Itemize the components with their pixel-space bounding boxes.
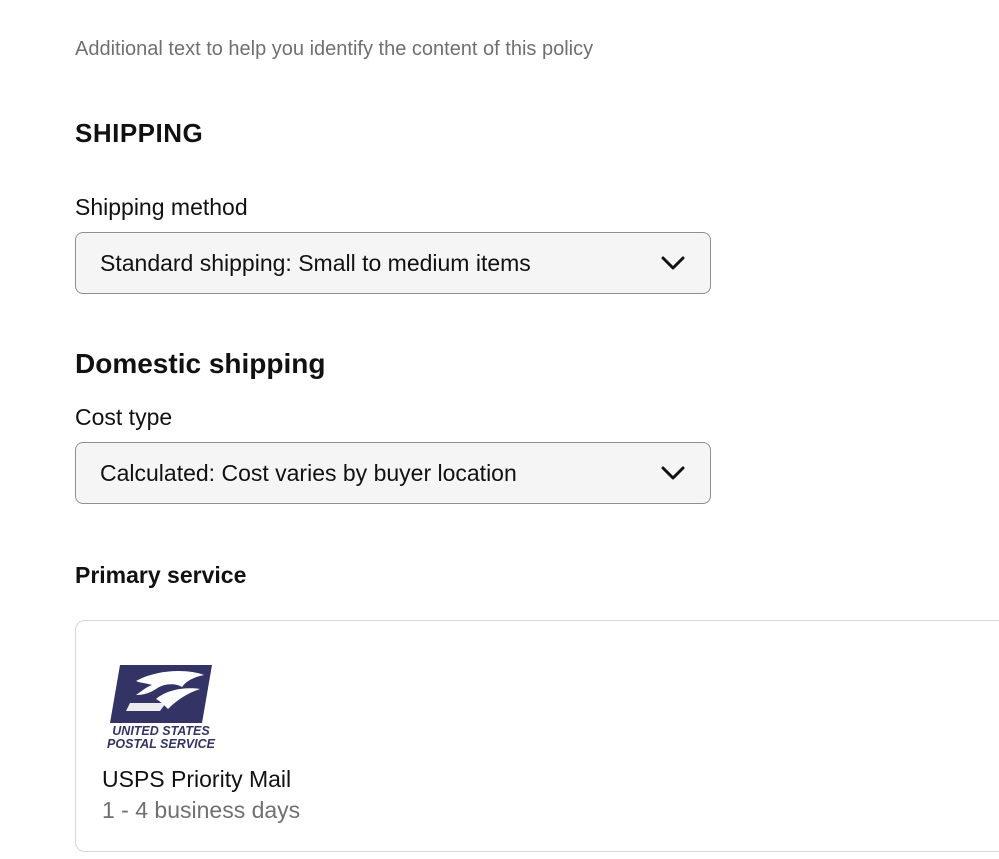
cost-type-label: Cost type xyxy=(75,404,173,430)
chevron-down-icon xyxy=(661,256,685,270)
service-delivery-time: 1 - 4 business days xyxy=(102,797,301,823)
usps-logo-icon: UNITED STATES POSTAL SERVICE xyxy=(107,665,216,751)
shipping-policy-page: Additional text to help you identify the… xyxy=(0,0,999,859)
primary-service-card[interactable]: UNITED STATES POSTAL SERVICE USPS Priori… xyxy=(75,620,999,852)
service-name: USPS Priority Mail xyxy=(102,766,292,792)
cost-type-select[interactable]: Calculated: Cost varies by buyer locatio… xyxy=(75,442,711,504)
shipping-method-label: Shipping method xyxy=(75,194,248,220)
primary-service-heading: Primary service xyxy=(75,562,247,588)
svg-text:POSTAL SERVICE: POSTAL SERVICE xyxy=(107,737,216,751)
policy-helper-text: Additional text to help you identify the… xyxy=(75,38,594,60)
shipping-method-value: Standard shipping: Small to medium items xyxy=(100,250,531,276)
shipping-method-select[interactable]: Standard shipping: Small to medium items xyxy=(75,232,711,294)
cost-type-value: Calculated: Cost varies by buyer locatio… xyxy=(100,460,517,486)
chevron-down-icon xyxy=(661,466,685,480)
domestic-shipping-heading: Domestic shipping xyxy=(75,348,326,379)
shipping-section-heading: SHIPPING xyxy=(75,118,204,148)
svg-text:UNITED STATES: UNITED STATES xyxy=(112,724,210,738)
